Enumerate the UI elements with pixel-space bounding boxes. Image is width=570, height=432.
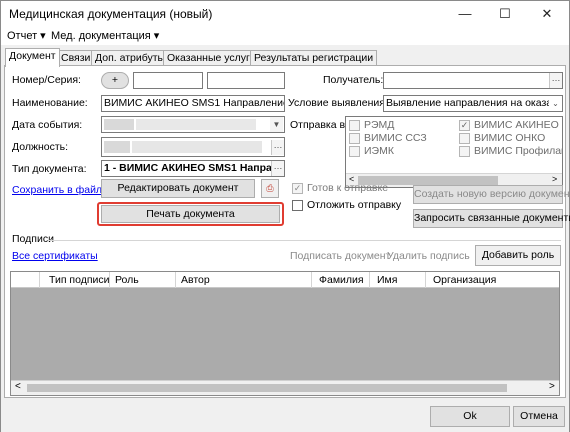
detection-condition-select[interactable]: Выявление направления на оказания м — [383, 95, 563, 112]
column-separator — [425, 272, 426, 288]
series-input[interactable] — [207, 72, 285, 89]
recipient-label: Получатель: — [323, 74, 384, 86]
edit-document-button[interactable]: Редактировать документ — [101, 179, 255, 198]
request-linked-docs-button[interactable]: Запросить связанные документы — [413, 209, 570, 228]
position-label: Должность: — [12, 141, 69, 153]
print-document-button[interactable]: Печать документа — [101, 205, 280, 223]
tab-extra-attributes[interactable]: Доп. атрибуты — [91, 50, 170, 66]
position-field[interactable] — [101, 137, 285, 157]
redacted-date-ext — [136, 119, 256, 130]
signatures-grid[interactable]: Тип подписи Роль Автор Фамилия Имя Орган… — [10, 271, 560, 396]
scroll-right-icon[interactable]: > — [552, 174, 557, 184]
column-header-first-name[interactable]: Имя — [377, 274, 397, 286]
pdf-icon[interactable]: ⎙ — [261, 179, 279, 198]
delete-signature-button[interactable]: Удалить подпись — [387, 250, 470, 262]
number-input[interactable] — [133, 72, 203, 89]
tab-strip: Документ Связи Доп. атрибуты Оказанные у… — [1, 45, 569, 67]
column-separator — [175, 272, 176, 288]
redacted-date — [104, 119, 134, 130]
save-to-file-link[interactable]: Сохранить в файл — [12, 184, 102, 196]
send-target-checkbox[interactable] — [349, 120, 360, 131]
name-label: Наименование: — [12, 97, 88, 109]
send-target-checkbox[interactable] — [459, 133, 470, 144]
column-header-author[interactable]: Автор — [181, 274, 210, 286]
dialog-footer: Ok Отмена — [1, 399, 569, 432]
minimize-icon[interactable]: — — [445, 1, 485, 27]
menu-med-documentation[interactable]: Мед. документация ▾ — [51, 29, 159, 42]
cancel-button[interactable]: Отмена — [513, 406, 565, 427]
scroll-right-icon[interactable]: > — [549, 381, 555, 392]
send-target-label: РЭМД — [364, 119, 395, 131]
send-target-checkbox[interactable] — [349, 146, 360, 157]
title-bar: Медицинская документация (новый) — ☐ ✕ — [1, 1, 569, 27]
send-target-label: ВИМИС ССЗ — [364, 132, 427, 144]
doc-type-field[interactable]: 1 - ВИМИС АКИНЕО SMS1 Направ — [101, 160, 285, 177]
redacted-position — [104, 141, 130, 153]
tab-provided-services[interactable]: Оказанные услуги — [163, 50, 260, 66]
redacted-position-ext — [132, 141, 262, 153]
position-ellipsis-icon[interactable]: … — [271, 140, 284, 155]
dialog-window: Медицинская документация (новый) — ☐ ✕ О… — [0, 0, 570, 432]
column-separator — [369, 272, 370, 288]
document-tab-panel: Номер/Серия: + Наименование: ВИМИС АКИНЕ… — [4, 65, 570, 398]
column-header-organization[interactable]: Организация — [433, 274, 496, 286]
doc-type-ellipsis-icon[interactable]: … — [271, 161, 284, 176]
doc-type-label: Тип документа: — [12, 163, 87, 175]
add-role-button[interactable]: Добавить роль — [475, 245, 561, 266]
delay-send-label: Отложить отправку — [307, 199, 402, 211]
maximize-icon[interactable]: ☐ — [485, 1, 525, 27]
send-target-label: ВИМИС АКИНЕО — [474, 119, 559, 131]
send-targets-list: РЭМД ✓ ВИМИС АКИНЕО ВИМИС ССЗ ВИМИС ОНКО… — [345, 116, 563, 188]
detection-condition-label: Условие выявления: — [288, 97, 388, 109]
ready-to-send-checkbox[interactable]: ✓ — [292, 183, 303, 194]
ready-to-send-label: Готов к отправке — [307, 182, 389, 194]
send-target-label: ИЭМК — [364, 145, 394, 157]
new-version-button[interactable]: Создать новую версию документ — [413, 185, 570, 204]
column-header-last-name[interactable]: Фамилия — [319, 274, 364, 286]
scroll-left-icon[interactable]: < — [15, 381, 21, 392]
column-separator — [311, 272, 312, 288]
tab-document[interactable]: Документ — [5, 48, 60, 67]
detection-dropdown-icon[interactable]: ⌄ — [549, 96, 562, 111]
send-target-checkbox[interactable]: ✓ — [459, 120, 470, 131]
all-certificates-link[interactable]: Все сертификаты — [12, 250, 98, 262]
name-field[interactable]: ВИМИС АКИНЕО SMS1 Направление на не — [101, 95, 285, 112]
sign-document-button[interactable]: Подписать документ — [290, 250, 390, 262]
recipient-ellipsis-icon[interactable]: … — [549, 73, 562, 88]
delay-send-checkbox[interactable] — [292, 200, 303, 211]
send-to-label: Отправка в — [290, 119, 346, 131]
column-separator — [109, 272, 110, 288]
add-number-button[interactable]: + — [101, 72, 129, 89]
event-date-label: Дата события: — [12, 119, 83, 131]
signatures-group-divider — [49, 240, 561, 241]
grid-horizontal-scrollbar[interactable]: < > — [11, 380, 559, 395]
tab-links[interactable]: Связи — [57, 50, 95, 66]
column-header-signature-type[interactable]: Тип подписи — [49, 274, 110, 286]
send-target-checkbox[interactable] — [349, 133, 360, 144]
signatures-grid-header: Тип подписи Роль Автор Фамилия Имя Орган… — [11, 272, 559, 288]
tab-registration-results[interactable]: Результаты регистрации — [250, 50, 378, 66]
send-target-checkbox[interactable] — [459, 146, 470, 157]
scroll-thumb[interactable] — [27, 384, 507, 392]
column-separator — [39, 272, 40, 288]
recipient-field[interactable] — [383, 72, 563, 89]
close-icon[interactable]: ✕ — [527, 1, 567, 27]
send-target-label: ВИМИС Профилактик — [474, 145, 562, 157]
window-title: Медицинская документация (новый) — [9, 7, 213, 21]
number-series-label: Номер/Серия: — [12, 74, 81, 86]
menu-bar: Отчет ▾ Мед. документация ▾ — [1, 27, 569, 45]
column-header-role[interactable]: Роль — [115, 274, 139, 286]
event-date-field[interactable] — [101, 116, 285, 133]
ok-button[interactable]: Ok — [430, 406, 510, 427]
signatures-group-label: Подписи — [12, 233, 54, 245]
menu-report[interactable]: Отчет ▾ — [7, 29, 46, 42]
send-target-label: ВИМИС ОНКО — [474, 132, 546, 144]
event-date-dropdown-icon[interactable]: ▼ — [270, 117, 283, 132]
